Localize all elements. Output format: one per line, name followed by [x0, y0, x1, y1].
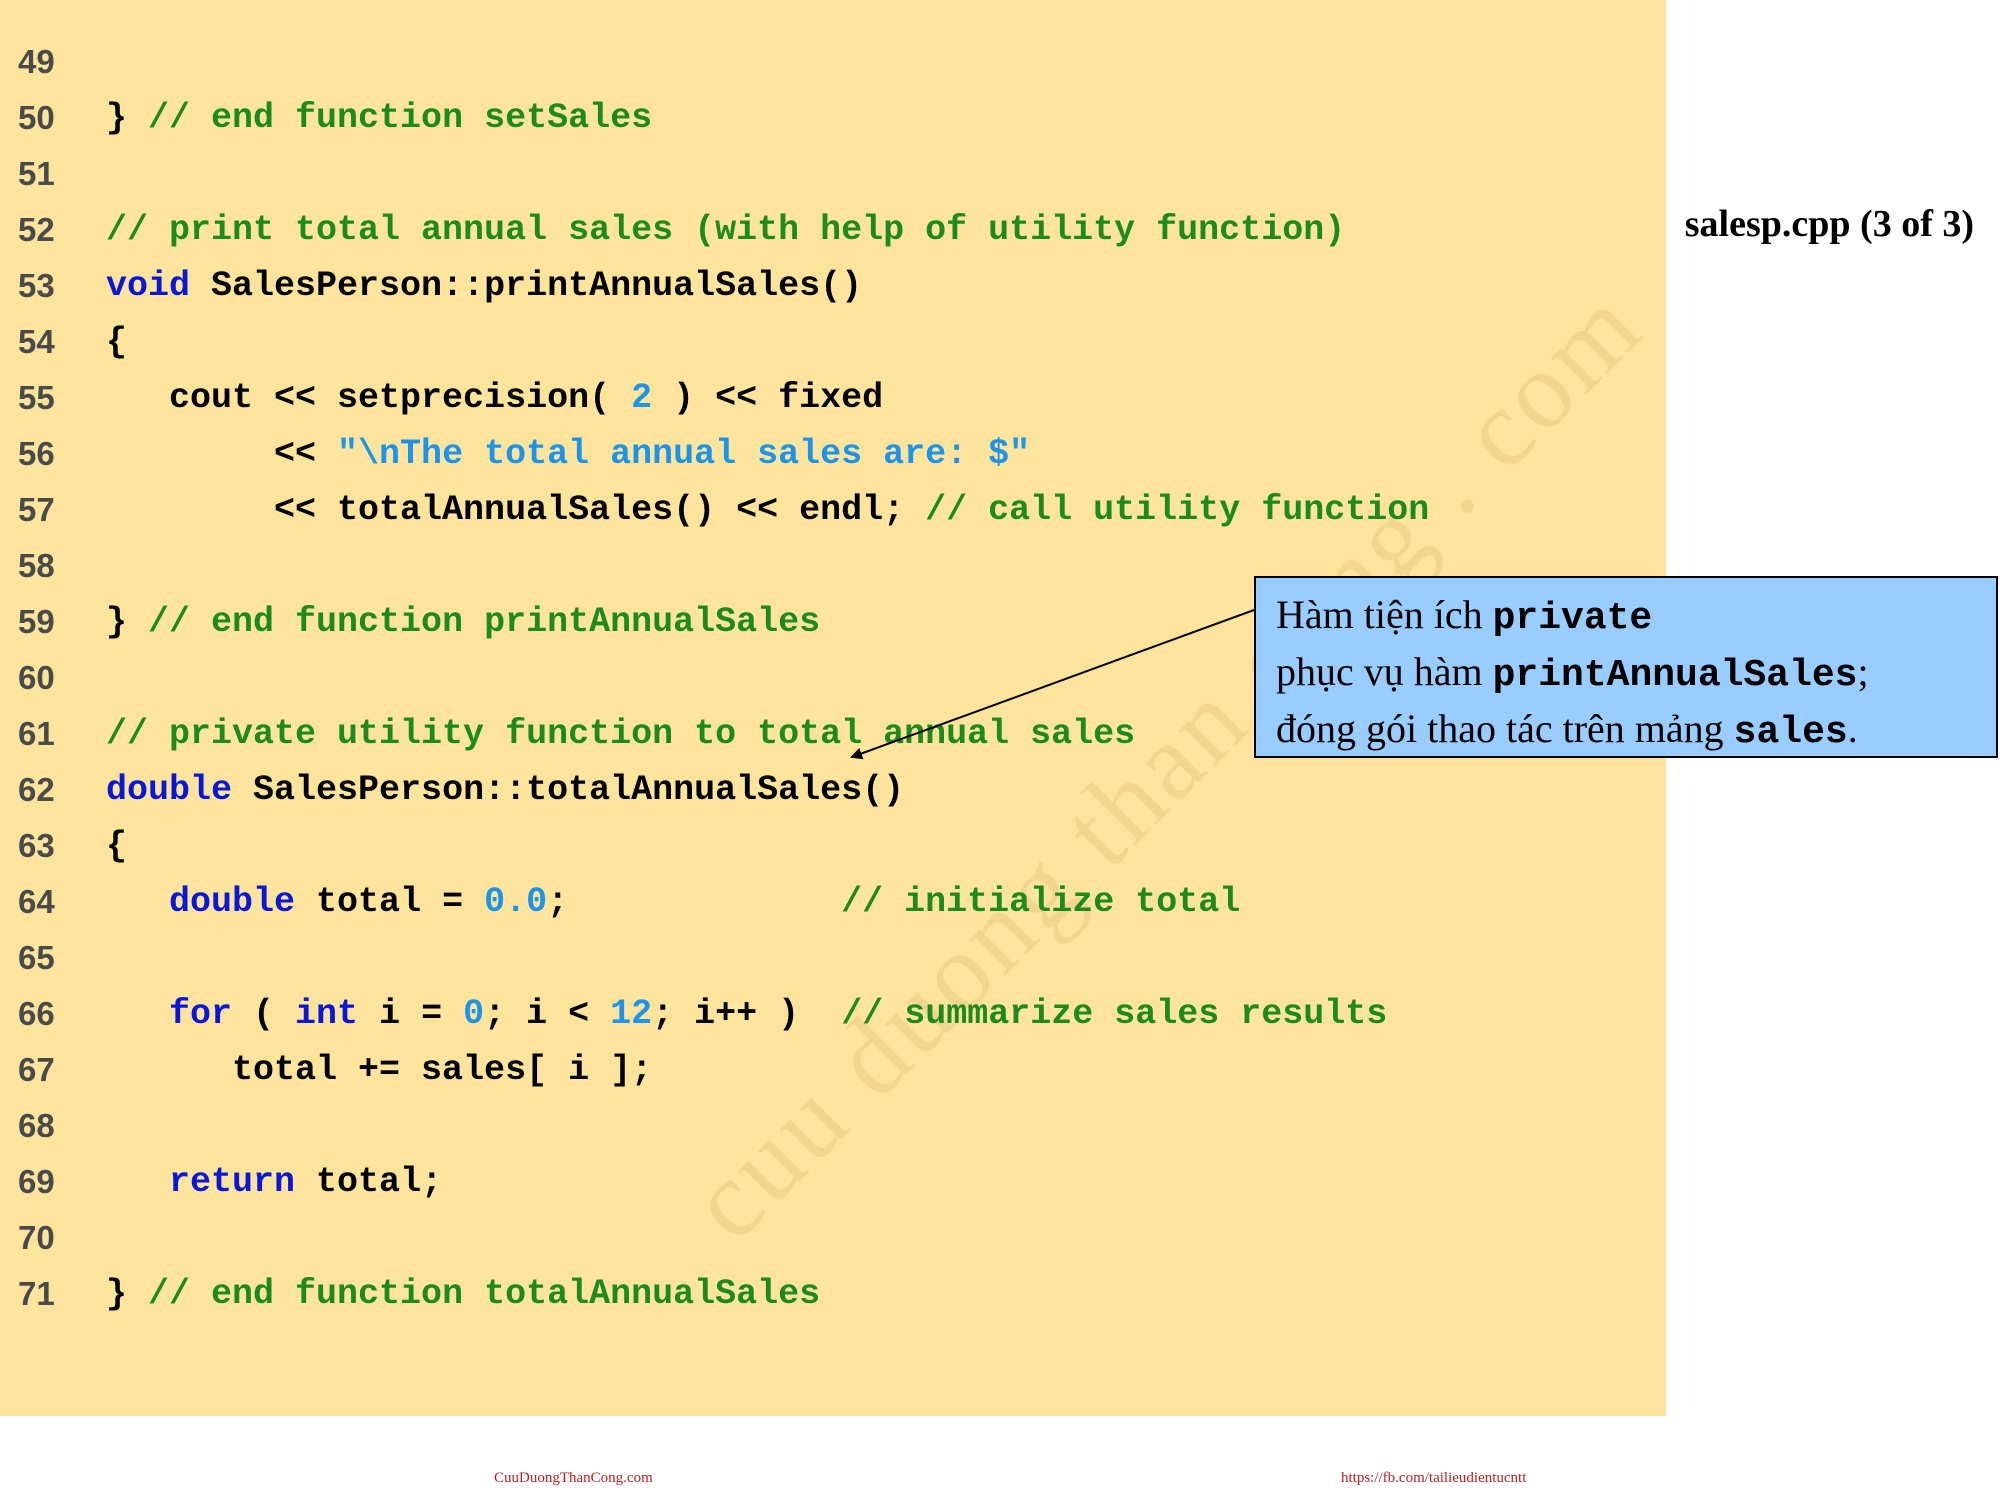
code-text: void SalesPerson::printAnnualSales(): [106, 258, 862, 314]
code-token-comment: // print total annual sales (with help o…: [106, 210, 1346, 250]
line-number: 55: [18, 379, 55, 416]
callout-text: ;: [1857, 649, 1869, 694]
footer-left-link[interactable]: CuuDuongThanCong.com: [494, 1470, 653, 1487]
code-token-plain: {: [106, 322, 128, 362]
slide-title-text: salesp.cpp (3 of 3): [1684, 203, 1974, 245]
code-token-keyword: int: [295, 994, 359, 1034]
code-token-plain: }: [106, 98, 149, 138]
line-number: 61: [18, 715, 55, 752]
line-number: 65: [18, 939, 55, 976]
code-token-keyword: void: [106, 266, 191, 306]
line-number: 64: [18, 883, 55, 920]
code-token-keyword: double: [106, 770, 233, 810]
line-number: 58: [18, 547, 55, 584]
line-number: 52: [18, 211, 55, 248]
code-token-plain: total += sales[ i ];: [106, 1050, 653, 1090]
footer-right-link[interactable]: https://fb.com/tailieudientucntt: [1341, 1470, 1526, 1487]
code-token-comment: // call utility function: [925, 490, 1430, 530]
code-token-number: 12: [610, 994, 653, 1034]
code-token-keyword: for: [169, 994, 233, 1034]
code-text: for ( int i = 0; i < 12; i++ ) // summar…: [106, 986, 1387, 1042]
code-text: double SalesPerson::totalAnnualSales(): [106, 762, 904, 818]
line-number: 63: [18, 827, 55, 864]
callout-line-3: đóng gói thao tác trên mảng sales.: [1276, 702, 1980, 759]
code-token-comment: // end function totalAnnualSales: [148, 1274, 821, 1314]
code-token-plain: SalesPerson::printAnnualSales(): [190, 266, 863, 306]
callout-text: phục vụ hàm: [1276, 649, 1493, 694]
code-token-keyword: double: [169, 882, 296, 922]
code-text: << "\nThe total annual sales are: $": [106, 426, 1030, 482]
code-token-plain: << totalAnnualSales() << endl;: [106, 490, 926, 530]
line-number: 66: [18, 995, 55, 1032]
code-text: } // end function setSales: [106, 90, 652, 146]
callout-line-2: phục vụ hàm printAnnualSales;: [1276, 645, 1980, 702]
callout-line-1: Hàm tiện ích private: [1276, 588, 1980, 645]
code-text: // print total annual sales (with help o…: [106, 202, 1345, 258]
line-number: 49: [18, 43, 55, 80]
code-token-comment: // end function printAnnualSales: [148, 602, 821, 642]
line-number: 69: [18, 1163, 55, 1200]
callout-note: Hàm tiện ích private phục vụ hàm printAn…: [1254, 576, 1998, 758]
line-number: 56: [18, 435, 55, 472]
code-token-comment: // private utility function to total ann…: [106, 714, 1136, 754]
code-token-plain: }: [106, 602, 149, 642]
line-number: 54: [18, 323, 55, 360]
line-number: 71: [18, 1275, 55, 1312]
code-token-plain: (: [232, 994, 296, 1034]
line-number: 59: [18, 603, 55, 640]
callout-text: .: [1847, 706, 1858, 751]
line-number: 51: [18, 155, 55, 192]
line-number: 62: [18, 771, 55, 808]
code-text: return total;: [106, 1154, 442, 1210]
code-token-number: 0: [463, 994, 485, 1034]
line-number: 57: [18, 491, 55, 528]
code-text: {: [106, 818, 127, 874]
code-token-plain: total;: [295, 1162, 443, 1202]
code-token-plain: }: [106, 1274, 149, 1314]
code-text: // private utility function to total ann…: [106, 706, 1135, 762]
line-number: 70: [18, 1219, 55, 1256]
code-token-plain: {: [106, 826, 128, 866]
slide-title: salesp.cpp (3 of 3): [1666, 196, 2000, 256]
line-number: 67: [18, 1051, 55, 1088]
code-token-plain: ) << fixed: [652, 378, 884, 418]
code-token-plain: i =: [358, 994, 464, 1034]
line-number: 53: [18, 267, 55, 304]
code-token-comment: // summarize sales results: [841, 994, 1388, 1034]
callout-text: đóng gói thao tác trên mảng: [1276, 706, 1734, 751]
code-text: << totalAnnualSales() << endl; // call u…: [106, 482, 1429, 538]
code-token-plain: ; i++ ): [652, 994, 842, 1034]
code-text: double total = 0.0; // initialize total: [106, 874, 1240, 930]
code-token-number: 0.0: [484, 882, 548, 922]
code-text: } // end function printAnnualSales: [106, 594, 820, 650]
code-token-plain: total =: [295, 882, 485, 922]
code-text: total += sales[ i ];: [106, 1042, 652, 1098]
line-number: 50: [18, 99, 55, 136]
code-token-comment: // initialize total: [841, 882, 1241, 922]
code-token-plain: <<: [106, 434, 338, 474]
line-number: 60: [18, 659, 55, 696]
code-token-keyword: return: [169, 1162, 296, 1202]
callout-text: Hàm tiện ích: [1276, 592, 1493, 637]
code-token-number: 2: [631, 378, 653, 418]
code-text: cout << setprecision( 2 ) << fixed: [106, 370, 883, 426]
callout-code: printAnnualSales: [1492, 654, 1858, 697]
code-token-string: "\nThe total annual sales are: $": [337, 434, 1031, 474]
line-number: 68: [18, 1107, 55, 1144]
callout-code: sales: [1733, 711, 1848, 754]
code-text: {: [106, 314, 127, 370]
code-token-plain: ; i <: [484, 994, 611, 1034]
callout-code: private: [1492, 597, 1653, 640]
code-token-plain: cout << setprecision(: [106, 378, 632, 418]
code-token-comment: // end function setSales: [148, 98, 653, 138]
code-token-plain: SalesPerson::totalAnnualSales(): [232, 770, 905, 810]
code-token-plain: ;: [547, 882, 842, 922]
code-text: } // end function totalAnnualSales: [106, 1266, 820, 1322]
